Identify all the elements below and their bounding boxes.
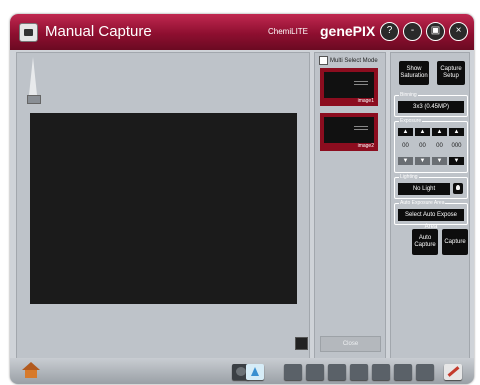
monitor-icon[interactable] [372,364,390,380]
monitor-icon[interactable] [284,364,302,380]
monitor-icon[interactable] [394,364,412,380]
exposure-up-1[interactable]: ▲ [398,128,413,136]
home-icon [22,362,40,370]
exposure-down-4[interactable]: ▼ [449,157,464,165]
pick-icon[interactable] [246,364,264,380]
lighting-group: Lighting No Light [394,174,468,199]
capture-preview-image[interactable] [30,113,297,304]
close-button[interactable]: Close [320,336,381,352]
lighting-select[interactable]: No Light [398,183,450,195]
exposure-group: Exposure ▲ ▲ ▲ ▲ 00 00 00 000 ▼ ▼ ▼ ▼ [394,118,468,173]
light-bulb-icon[interactable] [453,183,463,194]
bottom-toolbar [10,358,474,384]
exposure-up-3[interactable]: ▲ [432,128,447,136]
auto-exposure-group: Auto Exposure Area Select Auto Expose Ar… [394,200,468,230]
auto-expose-area-select[interactable]: Select Auto Expose Area [398,209,464,230]
capture-settings-panel: Show Saturation Capture Setup Binning 3x… [390,52,470,359]
window-title: Manual Capture [45,23,152,40]
multi-select-row[interactable]: Multi Select Mode [319,56,378,65]
image-list-panel: Multi Select Mode image1 image2 Close [314,52,386,359]
thumbnail-label: image2 [357,143,374,149]
exposure-seconds[interactable]: 00 [432,142,447,151]
home-icon-body [25,370,37,378]
monitor-icon[interactable] [350,364,368,380]
thumbnail-preview [324,72,374,98]
preview-panel [16,52,310,359]
capture-button[interactable]: Capture [442,229,468,255]
exposure-hours[interactable]: 00 [398,142,413,151]
auto-exposure-label: Auto Exposure Area [399,200,446,206]
slider-track-cap [29,57,37,95]
exposure-label: Exposure [399,118,423,124]
minimize-button[interactable]: - [403,22,422,41]
close-window-button[interactable]: × [449,22,468,41]
fit-screen-icon[interactable] [295,337,308,350]
show-saturation-button[interactable]: Show Saturation [399,61,429,85]
exposure-down-2[interactable]: ▼ [415,157,430,165]
exposure-minutes[interactable]: 00 [415,142,430,151]
monitor-icon[interactable] [416,364,434,380]
exposure-up-2[interactable]: ▲ [415,128,430,136]
thumbnail-label: image1 [357,98,374,104]
title-bar: Manual Capture ChemiLITE genePIX ? - ▣ × [10,14,474,50]
thumbnail-image1[interactable]: image1 [320,68,378,106]
multi-select-label: Multi Select Mode [330,58,378,65]
brand-genepix: genePIX [320,23,376,39]
auto-capture-button[interactable]: Auto Capture [412,229,438,255]
thumbnail-preview [324,117,374,143]
exposure-up-4[interactable]: ▲ [449,128,464,136]
restore-button[interactable]: ▣ [426,22,445,41]
capture-setup-button[interactable]: Capture Setup [437,61,465,85]
exposure-down-3[interactable]: ▼ [432,157,447,165]
brand-chemilite: ChemiLITE [268,27,309,36]
help-button[interactable]: ? [380,22,399,41]
app-window: Manual Capture ChemiLITE genePIX ? - ▣ ×… [10,14,474,384]
disk-icon[interactable] [328,364,346,380]
slider-handle[interactable] [27,95,41,104]
exposure-down-1[interactable]: ▼ [398,157,413,165]
monitor-icon[interactable] [306,364,324,380]
lighting-label: Lighting [399,174,419,180]
binning-select[interactable]: 3x3 (0.45MP) [398,101,464,113]
multi-select-checkbox[interactable] [319,56,328,65]
exposure-ms[interactable]: 000 [449,142,464,151]
binning-group: Binning 3x3 (0.45MP) [394,92,468,117]
camera-icon [19,23,38,42]
pen-icon[interactable] [444,364,462,380]
thumbnail-image2[interactable]: image2 [320,113,378,151]
binning-label: Binning [399,92,418,98]
